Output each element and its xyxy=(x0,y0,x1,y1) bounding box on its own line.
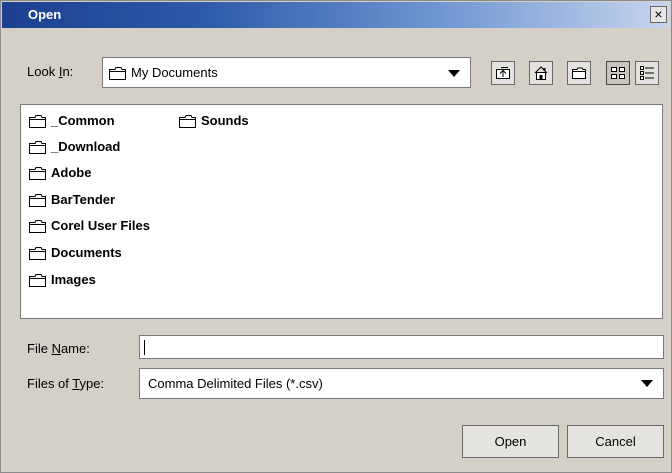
folder-icon xyxy=(29,247,46,260)
up-one-level-button[interactable] xyxy=(491,61,515,85)
file-name: _Download xyxy=(51,139,121,154)
title-bar[interactable]: Open × xyxy=(2,2,670,28)
window-title: Open xyxy=(28,7,62,22)
list-view-icon xyxy=(611,67,625,79)
file-name: _Common xyxy=(51,113,115,128)
folder-icon xyxy=(29,274,46,287)
file-name: BarTender xyxy=(51,192,116,207)
file-name: Adobe xyxy=(51,165,92,180)
folder-icon xyxy=(29,141,46,154)
cancel-button[interactable]: Cancel xyxy=(567,425,664,458)
file-list[interactable]: _Common _Download Adobe BarTender Corel … xyxy=(20,104,663,319)
list-view-button[interactable] xyxy=(606,61,630,85)
lookin-label: Look In: xyxy=(27,64,74,79)
chevron-down-icon[interactable] xyxy=(448,70,460,77)
new-folder-icon xyxy=(572,67,586,79)
filetype-value: Comma Delimited Files (*.csv) xyxy=(148,376,323,391)
close-button[interactable]: × xyxy=(650,6,667,23)
lookin-dropdown[interactable]: My Documents xyxy=(102,57,471,88)
filetype-label: Files of Type: xyxy=(27,376,105,391)
open-button[interactable]: Open xyxy=(462,425,559,458)
new-folder-button[interactable] xyxy=(567,61,591,85)
home-button[interactable] xyxy=(529,61,553,85)
folder-icon xyxy=(179,115,196,128)
home-icon xyxy=(534,66,548,80)
file-name: Corel User Files xyxy=(51,218,150,233)
chevron-down-icon[interactable] xyxy=(641,380,653,387)
folder-icon xyxy=(29,167,46,180)
folder-icon xyxy=(109,67,126,80)
lookin-value: My Documents xyxy=(131,65,218,80)
details-view-icon xyxy=(640,66,654,80)
up-folder-icon xyxy=(496,67,510,79)
filename-label: File Name: xyxy=(27,341,90,356)
file-name: Images xyxy=(51,272,96,287)
open-dialog: Open × Look In: My Documents _Common _Do… xyxy=(0,0,672,473)
filename-input[interactable] xyxy=(139,335,664,359)
folder-icon xyxy=(29,220,46,233)
text-caret xyxy=(144,340,145,355)
folder-icon xyxy=(29,115,46,128)
details-view-button[interactable] xyxy=(635,61,659,85)
folder-icon xyxy=(29,194,46,207)
file-name: Sounds xyxy=(201,113,249,128)
filetype-dropdown[interactable]: Comma Delimited Files (*.csv) xyxy=(139,368,664,399)
file-name: Documents xyxy=(51,245,122,260)
